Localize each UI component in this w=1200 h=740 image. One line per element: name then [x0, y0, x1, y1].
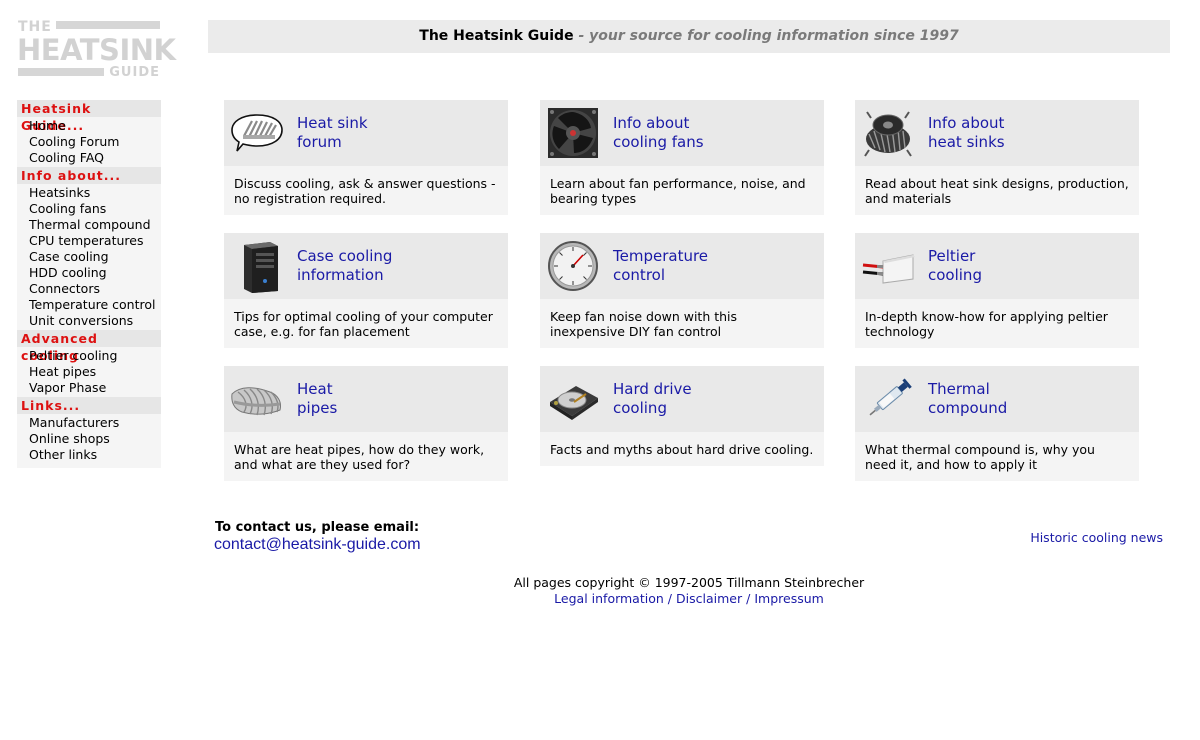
- computer-case-icon: [244, 242, 278, 293]
- sidebar-item-cooling-forum[interactable]: Cooling Forum: [29, 134, 161, 150]
- logo-line-heatsink: HEATSINK: [17, 33, 176, 67]
- speech-bubble-heatsink-icon: [231, 114, 283, 152]
- sidebar-item-other-links[interactable]: Other links: [29, 447, 161, 463]
- card-description: Discuss cooling, ask & answer questions …: [234, 176, 496, 206]
- card-title[interactable]: Heat pipes: [297, 380, 497, 418]
- card-title[interactable]: Thermal compound: [928, 380, 1128, 418]
- sidebar-item-home[interactable]: Home: [29, 118, 161, 134]
- card-title-line1: Heat: [297, 380, 333, 398]
- card-case-cooling[interactable]: Case cooling information Tips for optimal…: [224, 233, 508, 348]
- card-title-line1: Case cooling: [297, 247, 393, 265]
- logo-line-guide: GUIDE: [109, 65, 160, 80]
- card-title-line1: Info about: [613, 114, 690, 132]
- card-title-line2: heat sinks: [928, 133, 1005, 151]
- logo-bar-bottom: [18, 68, 104, 76]
- card-title[interactable]: Info about cooling fans: [613, 114, 813, 152]
- card-peltier-cooling[interactable]: Peltier cooling In-depth know-how for app…: [855, 233, 1139, 348]
- card-title-line1: Thermal: [928, 380, 990, 398]
- card-title[interactable]: Temperature control: [613, 247, 813, 285]
- card-title-line1: Hard drive: [613, 380, 692, 398]
- gauge-icon: [548, 241, 598, 291]
- card-hard-drive-cooling[interactable]: Hard drive cooling Facts and myths about …: [540, 366, 824, 466]
- sidebar-heading-heatsink-guide: Heatsink Guide...: [17, 100, 161, 133]
- card-title-line2: information: [297, 266, 384, 284]
- card-description: Tips for optimal cooling of your compute…: [234, 309, 493, 339]
- legal-information-link[interactable]: Legal information: [554, 591, 664, 606]
- sidebar-item-cpu-temperatures[interactable]: CPU temperatures: [29, 233, 161, 249]
- card-description: Keep fan noise down with this inexpensiv…: [550, 309, 738, 339]
- sidebar-heading-advanced-cooling: Advanced cooling: [17, 330, 161, 363]
- card-title[interactable]: Hard drive cooling: [613, 380, 813, 418]
- card-title-line2: compound: [928, 399, 1008, 417]
- footer-links: Legal information / Disclaimer / Impressum: [208, 591, 1170, 607]
- card-title-line2: cooling: [928, 266, 982, 284]
- site-name: The Heatsink Guide: [419, 28, 574, 44]
- card-title-line1: Info about: [928, 114, 1005, 132]
- card-temperature-control[interactable]: Temperature control Keep fan noise down w…: [540, 233, 824, 348]
- site-tagline: - your source for cooling information si…: [573, 28, 959, 44]
- sidebar-item-cooling-faq[interactable]: Cooling FAQ: [29, 150, 161, 166]
- card-title-line2: forum: [297, 133, 342, 151]
- heatsink-icon: [864, 111, 912, 157]
- card-heat-pipes[interactable]: Heat pipes What are heat pipes, how do th…: [224, 366, 508, 481]
- sidebar-nav: Heatsink Guide... Home Cooling Forum Coo…: [17, 100, 161, 468]
- card-heatsink-forum[interactable]: Heat sink forum Discuss cooling, ask & an…: [224, 100, 508, 215]
- sidebar-item-online-shops[interactable]: Online shops: [29, 431, 161, 447]
- card-title-line1: Temperature: [613, 247, 709, 265]
- card-title[interactable]: Info about heat sinks: [928, 114, 1128, 152]
- sidebar-item-manufacturers[interactable]: Manufacturers: [29, 415, 161, 431]
- disclaimer-link[interactable]: Disclaimer: [676, 591, 742, 606]
- fan-icon: [548, 108, 598, 158]
- sidebar-item-heat-pipes[interactable]: Heat pipes: [29, 364, 161, 380]
- card-description: Facts and myths about hard drive cooling…: [550, 442, 814, 457]
- sidebar-item-peltier-cooling[interactable]: Peltier cooling: [29, 348, 161, 364]
- card-description: In-depth know-how for applying peltier t…: [865, 309, 1108, 339]
- card-description: Learn about fan performance, noise, and …: [550, 176, 806, 206]
- card-title-line1: Heat sink: [297, 114, 368, 132]
- heat-pipe-icon: [231, 387, 281, 416]
- hard-drive-icon: [550, 386, 598, 420]
- card-title-line1: Peltier: [928, 247, 976, 265]
- contact-label: To contact us, please email:: [215, 520, 420, 535]
- card-description: What thermal compound is, why you need i…: [865, 442, 1095, 472]
- card-title[interactable]: Heat sink forum: [297, 114, 497, 152]
- card-title-line2: control: [613, 266, 665, 284]
- historic-cooling-news-link[interactable]: Historic cooling news: [1030, 530, 1163, 545]
- sidebar-item-temperature-control[interactable]: Temperature control: [29, 297, 161, 313]
- card-title-line2: cooling: [613, 399, 667, 417]
- card-heat-sinks[interactable]: Info about heat sinks Read about heat sin…: [855, 100, 1139, 215]
- sidebar-item-vapor-phase[interactable]: Vapor Phase: [29, 380, 161, 396]
- sidebar-item-hdd-cooling[interactable]: HDD cooling: [29, 265, 161, 281]
- card-description: Read about heat sink designs, production…: [865, 176, 1129, 206]
- card-title-line2: pipes: [297, 399, 338, 417]
- card-title[interactable]: Peltier cooling: [928, 247, 1128, 285]
- sidebar-item-heatsinks[interactable]: Heatsinks: [29, 185, 161, 201]
- copyright-text: All pages copyright © 1997-2005 Tillmann…: [513, 575, 865, 590]
- sidebar-item-unit-conversions[interactable]: Unit conversions: [29, 313, 161, 329]
- contact-email-link[interactable]: contact@heatsink-guide.com: [214, 536, 421, 554]
- card-title-line2: cooling fans: [613, 133, 704, 151]
- footer-separator: /: [746, 591, 751, 606]
- sidebar-item-thermal-compound[interactable]: Thermal compound: [29, 217, 161, 233]
- card-cooling-fans[interactable]: Info about cooling fans Learn about fan p…: [540, 100, 824, 215]
- impressum-link[interactable]: Impressum: [754, 591, 823, 606]
- sidebar-heading-info-about: Info about...: [17, 167, 161, 184]
- sidebar-item-connectors[interactable]: Connectors: [29, 281, 161, 297]
- peltier-module-icon: [862, 254, 915, 284]
- card-thermal-compound[interactable]: Thermal compound What thermal compound is…: [855, 366, 1139, 481]
- logo-line-the: THE: [18, 19, 52, 35]
- site-logo[interactable]: THE HEATSINK GUIDE: [17, 19, 176, 80]
- sidebar-heading-links: Links...: [17, 397, 161, 414]
- logo-bar-top: [56, 21, 160, 29]
- footer-separator: /: [667, 591, 673, 606]
- card-title[interactable]: Case cooling information: [297, 247, 497, 285]
- card-description: What are heat pipes, how do they work, a…: [234, 442, 485, 472]
- footer: All pages copyright © 1997-2005 Tillmann…: [208, 575, 1170, 607]
- syringe-icon: [869, 378, 912, 416]
- sidebar-item-case-cooling[interactable]: Case cooling: [29, 249, 161, 265]
- site-header: The Heatsink Guide - your source for coo…: [208, 20, 1170, 53]
- sidebar-item-cooling-fans[interactable]: Cooling fans: [29, 201, 161, 217]
